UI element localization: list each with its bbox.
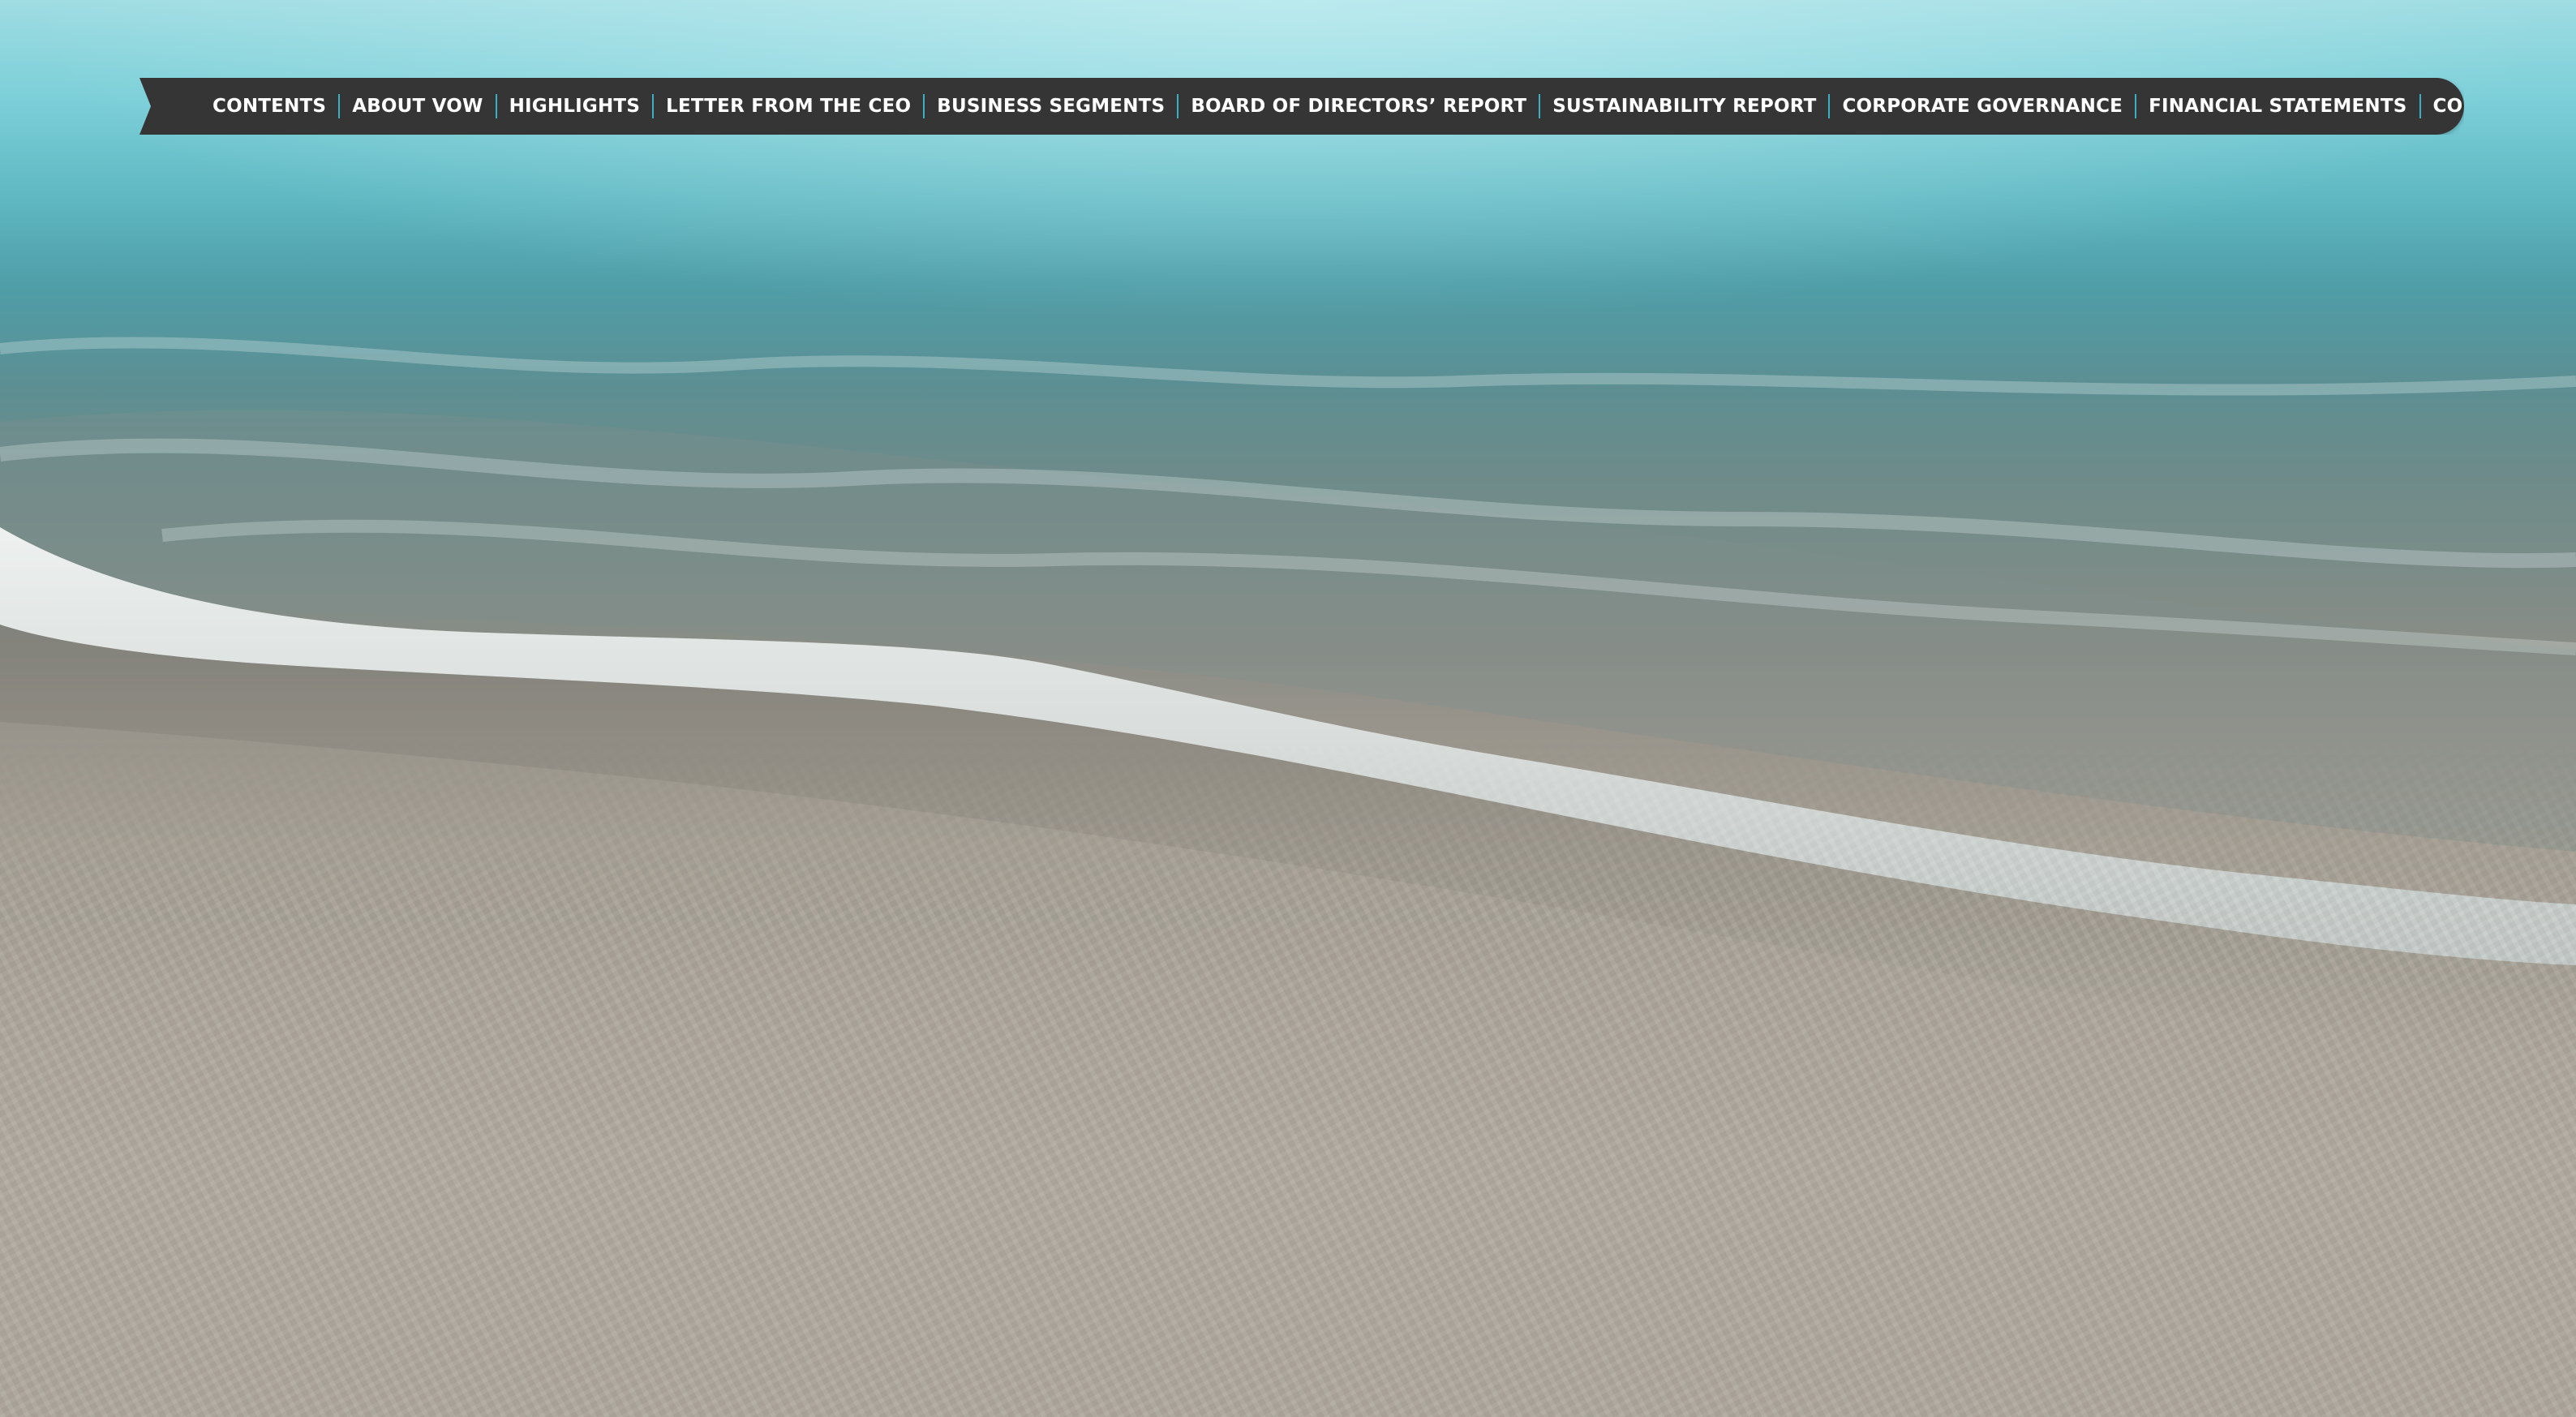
nav-separator [1539,94,1541,118]
nav-label[interactable]: LETTER FROM THE CEO [666,96,911,117]
nav-separator [1177,94,1179,118]
nav-separator [2419,94,2421,118]
nav-item-sustainability-report[interactable]: SUSTAINABILITY REPORT [1552,96,1816,117]
nav-label[interactable]: FINANCIAL STATEMENTS [2149,96,2406,117]
nav-item-financial-statements[interactable]: FINANCIAL STATEMENTS [2149,96,2406,117]
nav-separator [2135,94,2137,118]
nav-label[interactable]: SUSTAINABILITY REPORT [1552,96,1816,117]
nav-item-highlights[interactable]: HIGHLIGHTS [509,96,641,117]
nav-item-contents[interactable]: CONTENTS [213,96,326,117]
nav-item-letter-from-the-ceo[interactable]: LETTER FROM THE CEO [666,96,911,117]
nav-item-business-segments[interactable]: BUSINESS SEGMENTS [937,96,1165,117]
nav-label[interactable]: ABOUT VOW [352,96,483,117]
sand-texture [0,0,2576,1417]
nav-label[interactable]: BUSINESS SEGMENTS [937,96,1165,117]
nav-item-board-of-directors-report[interactable]: BOARD OF DIRECTORS’ REPORT [1191,96,1526,117]
nav-separator [338,94,341,118]
nav-separator [923,94,925,118]
hero-background-image [0,0,2576,1417]
nav-label[interactable]: HIGHLIGHTS [509,96,641,117]
nav-label[interactable]: BOARD OF DIRECTORS’ REPORT [1191,96,1526,117]
nav-label[interactable]: CONTENTS [213,96,326,117]
nav-item-corporate-governance[interactable]: CORPORATE GOVERNANCE [1842,96,2123,117]
nav-separator [495,94,497,118]
nav-label[interactable]: CORPORATE GOVERNANCE [1842,96,2123,117]
main-navigation-bar: CONTENTS ABOUT VOW HIGHLIGHTS LETTER FRO… [140,78,2464,135]
nav-item-about-vow[interactable]: ABOUT VOW [352,96,483,117]
nav-list: CONTENTS ABOUT VOW HIGHLIGHTS LETTER FRO… [213,94,2464,118]
nav-separator [1828,94,1831,118]
nav-separator [652,94,655,118]
